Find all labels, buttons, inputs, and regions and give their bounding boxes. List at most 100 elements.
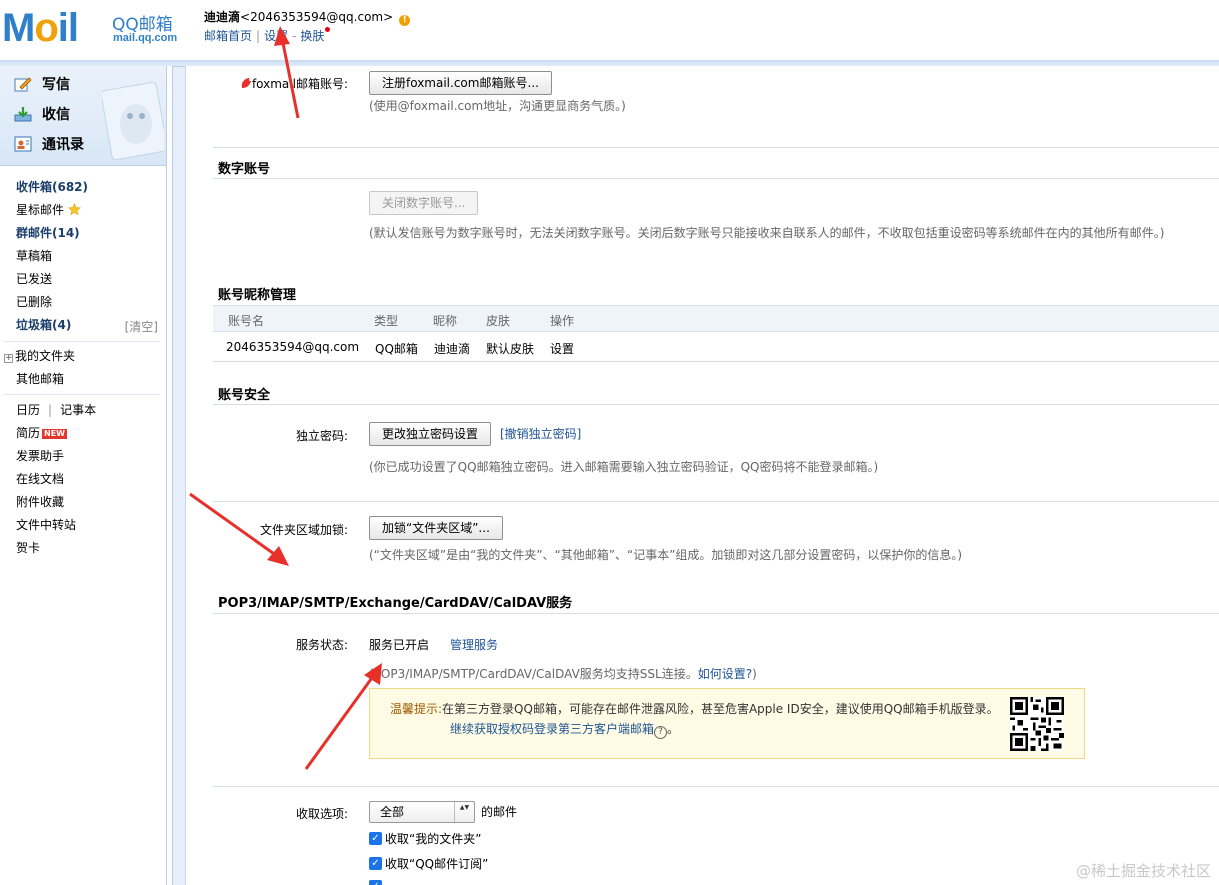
nickname-management-title: 账号昵称管理	[218, 288, 297, 303]
folder-deleted[interactable]: 已删除	[16, 293, 52, 311]
user-info: 迪迪滴<2046353594@qq.com>!	[204, 8, 411, 26]
warning-link-end: 。	[667, 722, 680, 736]
column-skin: 皮肤	[486, 314, 511, 328]
section-divider	[213, 501, 1219, 502]
fetch-options-label: 收取选项:	[295, 807, 348, 821]
warning-icon[interactable]: !	[399, 15, 411, 26]
contacts-button[interactable]: 通讯录	[14, 134, 84, 156]
close-digital-account-button[interactable]: 关闭数字账号...	[369, 191, 479, 215]
warning-message: 在第三方登录QQ邮箱，可能存在邮件泄露风险，甚至危害Apple ID安全，建议使…	[442, 702, 999, 716]
top-nav-links: 邮箱首页 | 设置 - 换肤	[204, 27, 331, 44]
qqmail-logo[interactable]: Moil QQ邮箱 mail.qq.com	[0, 4, 190, 50]
calendar-notebook-row: 日历 | 记事本	[16, 401, 96, 419]
folder-group-mail[interactable]: 群邮件(14)	[16, 224, 80, 242]
revoke-independent-password-link[interactable]: [撤销独立密码]	[500, 425, 581, 442]
greeting-cards-link[interactable]: 贺卡	[16, 539, 40, 557]
receive-label: 收信	[42, 107, 70, 123]
penguin-mascot-icon	[102, 81, 164, 160]
lock-folder-area-button[interactable]: 加锁“文件夹区域”...	[369, 516, 503, 540]
independent-password-label: 独立密码:	[295, 429, 348, 443]
folder-my-folders[interactable]: + 我的文件夹	[4, 347, 75, 365]
folder-sent[interactable]: 已发送	[16, 270, 52, 288]
watermark: @稀土掘金技术社区	[1075, 862, 1211, 880]
account-table-header: 账号名 类型 昵称 皮肤 操作	[213, 305, 1219, 332]
column-nickname: 昵称	[433, 314, 458, 328]
sidebar-separator: |	[48, 403, 53, 417]
service-status-label: 服务状态:	[295, 638, 348, 652]
section-divider	[213, 178, 1219, 179]
file-transfer-link[interactable]: 文件中转站	[16, 516, 76, 534]
fetch-suffix-text: 的邮件	[481, 805, 518, 819]
account-settings-link[interactable]: 设置	[550, 340, 574, 357]
folder-starred[interactable]: 星标邮件	[16, 201, 81, 219]
fetch-more-checkbox[interactable]: ✓	[369, 880, 382, 885]
fetch-scope-value: 全部	[380, 805, 405, 819]
security-warning-box: 温馨提示:在第三方登录QQ邮箱，可能存在邮件泄露风险，甚至危害Apple ID安…	[369, 688, 1085, 759]
notebook-link[interactable]: 记事本	[60, 403, 96, 417]
qr-code-icon[interactable]	[1010, 697, 1064, 751]
service-status-value: 服务已开启	[369, 638, 430, 652]
resume-link[interactable]: 简历 NEW	[16, 424, 67, 442]
manage-service-link[interactable]: 管理服务	[450, 636, 498, 653]
pencil-icon	[14, 77, 32, 92]
help-icon[interactable]: ?	[654, 726, 668, 739]
warning-label: 温馨提示:	[390, 702, 443, 716]
settings-panel	[185, 66, 1219, 885]
fetch-subscriptions-checkbox[interactable]: ✓	[369, 857, 382, 870]
notification-dot-icon	[325, 27, 331, 32]
new-badge: NEW	[42, 429, 67, 439]
independent-password-hint: (你已成功设置了QQ邮箱独立密码。进入邮箱需要输入独立密码验证，QQ密码将不能登…	[369, 460, 879, 474]
contacts-icon	[14, 136, 32, 152]
change-skin-link[interactable]: 换肤	[300, 29, 324, 43]
calendar-link[interactable]: 日历	[16, 403, 40, 417]
top-header: Moil QQ邮箱 mail.qq.com 迪迪滴<2046353594@qq.…	[0, 0, 1219, 60]
logo-wordmark: Moil	[2, 6, 79, 50]
folder-inbox[interactable]: 收件箱(682)	[16, 178, 88, 196]
ssl-hint-text: (POP3/IMAP/SMTP/CardDAV/CalDAV服务均支持SSL连接…	[369, 667, 698, 681]
account-skin-cell: 默认皮肤	[486, 342, 535, 356]
foxmail-label-text: foxmail邮箱账号:	[251, 77, 348, 91]
section-divider	[213, 404, 1219, 405]
how-to-setup-link[interactable]: 如何设置?	[698, 667, 752, 681]
online-docs-link[interactable]: 在线文档	[16, 470, 64, 488]
my-folders-label: 我的文件夹	[15, 349, 76, 363]
select-arrows-icon: ▲▼	[454, 802, 474, 822]
receive-button[interactable]: 收信	[14, 104, 70, 126]
mail-home-link[interactable]: 邮箱首页	[204, 29, 252, 43]
fetch-my-folders-checkbox[interactable]: ✓	[369, 832, 382, 845]
sidebar-divider	[4, 341, 160, 342]
pop3-service-title: POP3/IMAP/SMTP/Exchange/CardDAV/CalDAV服务	[218, 596, 573, 611]
foxmail-hint: (使用@foxmail.com地址，沟通更显商务气质。)	[369, 99, 626, 113]
sidebar: 写信 收信 通讯录 收件箱(682) 星标邮件 群邮件(14) 草稿箱 已发送 …	[0, 66, 167, 885]
clear-spam-link[interactable]: [清空]	[125, 318, 158, 335]
section-divider	[213, 147, 1219, 148]
folder-spam[interactable]: 垃圾箱(4)	[16, 316, 71, 334]
column-action: 操作	[550, 314, 575, 328]
folder-lock-label: 文件夹区域加锁:	[259, 523, 348, 537]
ssl-hint: (POP3/IMAP/SMTP/CardDAV/CalDAV服务均支持SSL连接…	[369, 665, 757, 682]
user-email: <2046353594@qq.com>	[240, 10, 394, 24]
folder-starred-label: 星标邮件	[16, 203, 65, 217]
attachment-favorites-link[interactable]: 附件收藏	[16, 493, 64, 511]
star-icon	[67, 202, 81, 216]
account-nickname-cell: 迪迪滴	[434, 342, 471, 356]
digital-account-hint: (默认发信账号为数字账号时，无法关闭数字账号。关闭后数字账号只能接收来自联系人的…	[369, 226, 1165, 240]
invoice-assistant-link[interactable]: 发票助手	[16, 447, 64, 465]
account-type-cell: QQ邮箱	[375, 342, 418, 356]
settings-link[interactable]: 设置	[264, 29, 288, 43]
change-independent-password-button[interactable]: 更改独立密码设置	[369, 422, 492, 446]
column-account: 账号名	[228, 314, 265, 328]
folder-other-mail[interactable]: 其他邮箱	[16, 370, 64, 388]
expand-icon[interactable]: +	[4, 354, 13, 363]
quick-actions: 写信 收信 通讯录	[0, 66, 166, 166]
get-auth-code-link[interactable]: 继续获取授权码登录第三方客户端邮箱	[450, 722, 654, 736]
foxmail-label: foxmail邮箱账号:	[232, 75, 348, 92]
fetch-scope-select[interactable]: 全部 ▲▼	[369, 801, 475, 823]
folder-drafts[interactable]: 草稿箱	[16, 247, 52, 265]
fetch-subscriptions-label: 收取“QQ邮件订阅”	[385, 857, 489, 871]
compose-button[interactable]: 写信	[14, 74, 70, 96]
register-foxmail-button[interactable]: 注册foxmail.com邮箱账号...	[369, 71, 552, 95]
inbox-download-icon	[14, 107, 32, 122]
section-divider	[213, 613, 1219, 614]
compose-label: 写信	[42, 77, 70, 93]
